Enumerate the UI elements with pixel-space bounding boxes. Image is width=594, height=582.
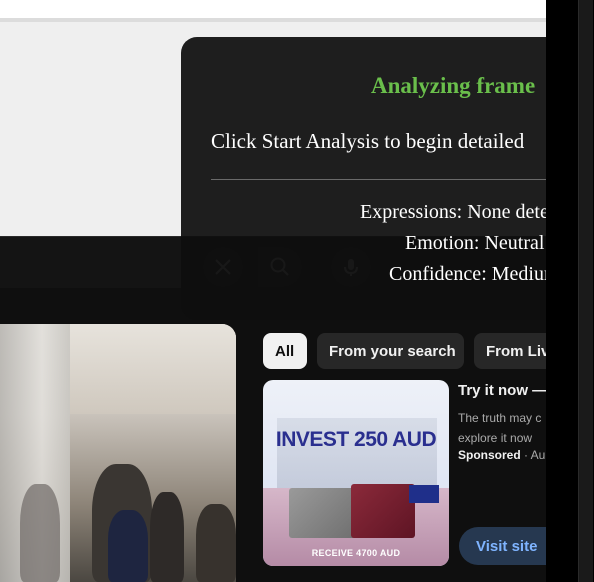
sponsored-label: Sponsored: [458, 448, 521, 462]
overlay-message: Click Start Analysis to begin detailed: [211, 129, 525, 153]
ad-thumbnail[interactable]: INVEST 250 AUD RECEIVE 4700 AUD: [263, 380, 449, 566]
top-bar: [0, 0, 546, 22]
overlay-confidence: Confidence: Medium: [389, 263, 546, 285]
analysis-overlay: Analyzing frame Click Start Analysis to …: [181, 37, 546, 320]
scrollbar-track[interactable]: [578, 0, 593, 582]
chip-from-your-search[interactable]: From your search: [317, 333, 464, 369]
video-ceiling: [70, 324, 236, 414]
chip-label: From Live: [486, 342, 546, 360]
ad-thumb-headline: INVEST 250 AUD: [275, 428, 437, 451]
chip-all[interactable]: All: [263, 333, 307, 369]
chip-label: All: [275, 342, 295, 360]
ad-description: The truth may c explore it now: [458, 411, 542, 445]
video-person: [150, 492, 184, 582]
ad-thumb-footer: RECEIVE 4700 AUD: [311, 548, 401, 558]
overlay-emotion: Emotion: Neutral: [405, 232, 545, 254]
sponsored-advertiser: · Au: [520, 448, 546, 462]
video-person: [20, 484, 60, 582]
ad-title[interactable]: Try it now —: [458, 382, 546, 399]
video-person: [196, 504, 236, 582]
video-person: [108, 510, 148, 582]
overlay-expressions: Expressions: None detected: [360, 201, 546, 223]
chip-from-live[interactable]: From Live: [474, 333, 546, 369]
overlay-title: Analyzing frame: [371, 73, 536, 98]
browser-viewport: All From your search From Live INVEST 25…: [0, 0, 546, 582]
visit-site-button[interactable]: Visit site: [459, 527, 546, 565]
overlay-divider: [211, 179, 546, 180]
chip-label: From your search: [329, 342, 456, 360]
credit-card-image: [351, 484, 415, 538]
australian-flag-icon: [409, 485, 439, 503]
ad-sponsored: Sponsored · Au: [458, 448, 545, 462]
visit-site-label: Visit site: [476, 537, 538, 555]
page: All From your search From Live INVEST 25…: [0, 0, 594, 582]
credit-card-image: [289, 488, 359, 538]
video-player[interactable]: [0, 324, 236, 582]
